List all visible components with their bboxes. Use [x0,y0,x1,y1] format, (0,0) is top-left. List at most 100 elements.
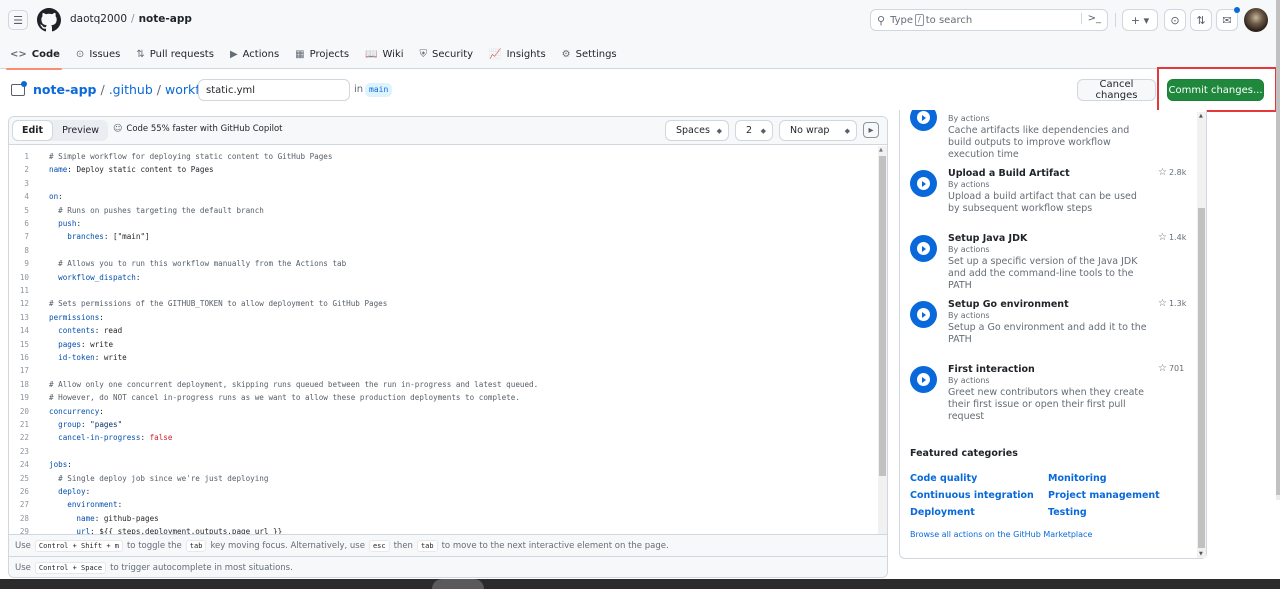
tab-code[interactable]: <> Code [0,40,68,70]
breadcrumb-github-dir[interactable]: .github [109,82,153,97]
tab-insights[interactable]: 📈 Insights [481,40,554,69]
preview-tab[interactable]: Preview [53,120,108,141]
your-pull-requests-button[interactable]: ⇅ [1190,9,1212,31]
category-link-monitoring[interactable]: Monitoring [1048,473,1107,484]
code-line[interactable]: 29 url: ${{ steps.deployment.outputs.pag… [9,525,869,534]
code-line[interactable]: 26 deploy: [9,485,869,498]
code-line[interactable]: 17 [9,364,869,377]
command-palette-icon[interactable]: >_ [1080,13,1101,24]
editor-scrollbar-thumb[interactable] [879,156,886,476]
star-icon: ☆ [1158,167,1167,178]
search-placeholder-post: to search [925,14,973,26]
code-line[interactable]: 23 [9,445,869,458]
category-link-continuous-integration[interactable]: Continuous integration [910,490,1034,501]
code-line[interactable]: 15 pages: write [9,338,869,351]
breadcrumb-repo[interactable]: note-app [33,82,96,97]
tab-issues[interactable]: ⊙ Issues [68,40,128,69]
indent-mode-select[interactable]: Spaces ◆ [665,120,729,141]
search-input[interactable]: ⚲ Type / to search >_ [870,9,1108,31]
issues-icon: ⊙ [75,49,85,60]
line-text: name: Deploy static content to Pages [49,163,214,176]
category-link-deployment[interactable]: Deployment [910,507,975,518]
line-number: 5 [24,205,29,215]
filename-input[interactable] [198,79,350,101]
code-line[interactable]: 9 # Allows you to run this workflow manu… [9,257,869,270]
scroll-up-arrow-icon[interactable]: ▲ [1199,113,1203,119]
indent-mode-value: Spaces [676,125,710,136]
indent-size-select[interactable]: 2 ◆ [735,120,773,141]
category-link-testing[interactable]: Testing [1048,507,1087,518]
token-plain: : [99,312,104,322]
avatar[interactable] [1244,8,1268,32]
action-title[interactable]: First interaction [948,364,1035,375]
code-line[interactable]: 2 name: Deploy static content to Pages [9,163,869,176]
sidebar-scrollbar-thumb[interactable] [1198,208,1205,548]
code-line[interactable]: 14 contents: read [9,324,869,337]
code-line[interactable]: 5 # Runs on pushes targeting the default… [9,204,869,217]
edit-tab[interactable]: Edit [12,120,54,141]
code-line[interactable]: 24 jobs: [9,458,869,471]
tab-label: Projects [309,49,350,60]
cancel-changes-button[interactable]: Cancel changes [1077,79,1156,101]
page-scrollbar-thumb[interactable] [1276,0,1280,495]
tab-actions[interactable]: ▶ Actions [222,40,287,69]
sidebar-scrollbar[interactable]: ▲ ▼ [1197,112,1206,558]
token-key: id-token [49,353,95,362]
token-key: deploy [49,487,86,496]
category-link-code-quality[interactable]: Code quality [910,473,977,484]
code-line[interactable]: 4 on: [9,190,869,203]
code-line[interactable]: 18 # Allow only one concurrent deployment… [9,378,869,391]
tab-wiki[interactable]: 📖 Wiki [357,40,411,69]
line-number: 12 [19,299,29,309]
editor-scrollbar[interactable]: ▲ [878,146,887,534]
tab-security[interactable]: ⛨ Security [412,40,482,69]
code-line[interactable]: 28 name: github-pages [9,512,869,525]
tab-label: Insights [506,49,546,60]
tab-projects[interactable]: ▦ Projects [287,40,357,69]
copilot-promo-link[interactable]: ☺ Code 55% faster with GitHub Copilot [113,124,283,134]
code-content[interactable]: 1 # Simple workflow for deploying static … [9,146,887,534]
action-title[interactable]: Setup Go environment [948,299,1069,310]
code-line[interactable]: 13 permissions: [9,311,869,324]
copilot-icon: ☺ [113,124,123,134]
action-title[interactable]: Setup Java JDK [948,233,1027,244]
repo-owner-link[interactable]: daotq2000 [70,13,127,25]
code-line[interactable]: 7 branches: ["main"] [9,230,869,243]
create-new-button[interactable]: + ▾ [1122,9,1158,31]
hamburger-menu-button[interactable]: ☰ [8,10,28,30]
code-line[interactable]: 21 group: "pages" [9,418,869,431]
code-line[interactable]: 3 [9,177,869,190]
code-line[interactable]: 20 concurrency: [9,405,869,418]
category-link-project-management[interactable]: Project management [1048,490,1160,501]
file-tree-indicator-dot [21,81,27,87]
code-line[interactable]: 6 push: [9,217,869,230]
sidebar-panel-toggle-icon[interactable]: ▸ [863,122,879,138]
your-issues-button[interactable]: ⊙ [1164,9,1186,31]
code-line[interactable]: 12 # Sets permissions of the GITHUB_TOKEN… [9,297,869,310]
commit-changes-button[interactable]: Commit changes... [1167,79,1264,101]
tab-label: Settings [575,49,617,60]
code-line[interactable]: 11 [9,284,869,297]
repo-name-link[interactable]: note-app [139,13,192,25]
tab-pull-requests[interactable]: ⇅ Pull requests [128,40,222,69]
action-title[interactable]: Upload a Build Artifact [948,168,1070,179]
code-line[interactable]: 16 id-token: write [9,351,869,364]
browse-marketplace-link[interactable]: Browse all actions on the GitHub Marketp… [910,530,1092,539]
code-line[interactable]: 10 workflow_dispatch: [9,271,869,284]
code-line[interactable]: 27 environment: [9,498,869,511]
editor-toolbar: Edit Preview ☺ Code 55% faster with GitH… [9,117,887,145]
code-line[interactable]: 1 # Simple workflow for deploying static … [9,150,869,163]
code-line[interactable]: 8 [9,244,869,257]
code-line[interactable]: 22 cancel-in-progress: false [9,431,869,444]
wrap-mode-select[interactable]: No wrap ◆ [779,120,857,141]
token-plain: : ${{ steps.deployment.outputs.page_url … [90,527,283,534]
github-logo-icon[interactable] [37,8,61,32]
scroll-up-arrow-icon[interactable]: ▲ [879,147,883,153]
scroll-down-arrow-icon[interactable]: ▼ [1199,551,1203,557]
code-line[interactable]: 25 # Single deploy job since we're just … [9,472,869,485]
page-scrollbar[interactable] [1276,0,1280,500]
code-line[interactable]: 19 # However, do NOT cancel in-progress r… [9,391,869,404]
line-number: 15 [19,339,29,349]
tab-settings[interactable]: ⚙ Settings [554,40,625,69]
taskbar-app-indicator[interactable] [432,579,484,589]
